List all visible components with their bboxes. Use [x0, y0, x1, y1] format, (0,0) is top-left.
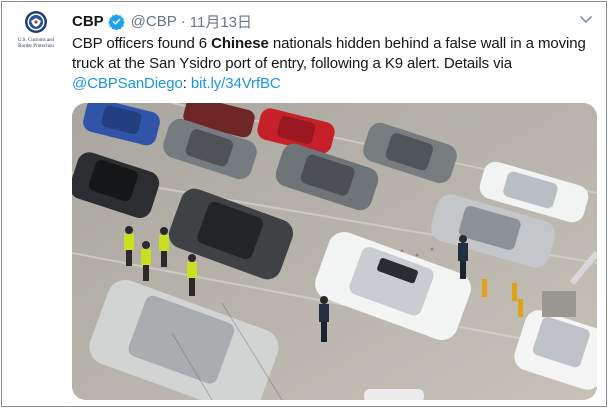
- tweet-card: U.S. Customs and Border Protection CBP @…: [1, 1, 607, 407]
- timestamp[interactable]: 11月13日: [190, 11, 252, 32]
- dhs-seal-icon: [25, 11, 47, 33]
- tweet-text: CBP officers found 6 Chinese nationals h…: [72, 35, 586, 92]
- hashtag-like-bold: Chinese: [211, 35, 269, 52]
- avatar-org-name: U.S. Customs and Border Protection: [17, 38, 55, 49]
- separator: ·: [180, 12, 186, 30]
- verified-badge-icon: [107, 13, 125, 30]
- tweet-photo[interactable]: [72, 103, 597, 400]
- tweet-header: CBP @CBP · 11月13日: [72, 11, 252, 31]
- handle[interactable]: @CBP: [131, 13, 177, 30]
- chevron-down-icon[interactable]: [578, 13, 594, 27]
- display-name[interactable]: CBP: [72, 13, 104, 30]
- url-link[interactable]: bit.ly/34VrfBC: [191, 75, 281, 92]
- port-of-entry-photo: [72, 103, 597, 400]
- mention-link[interactable]: @CBPSanDiego: [72, 75, 183, 92]
- avatar[interactable]: U.S. Customs and Border Protection: [11, 10, 61, 60]
